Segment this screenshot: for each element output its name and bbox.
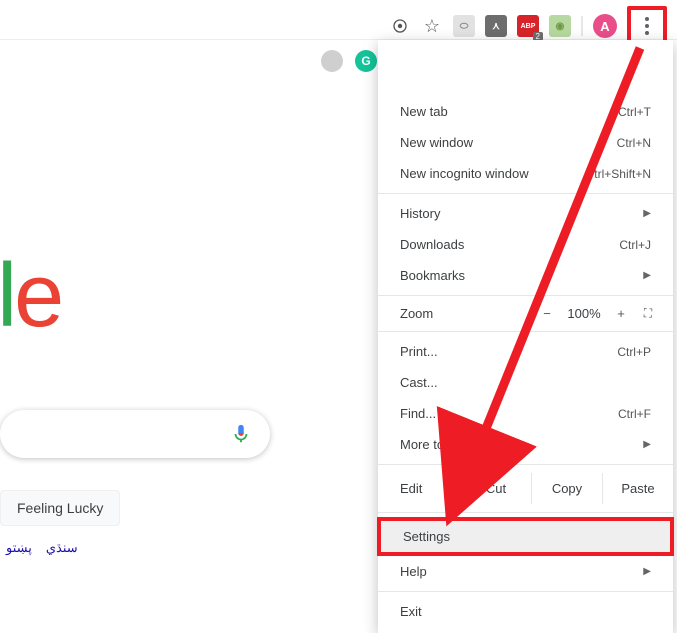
menu-label: New tab [400,104,448,119]
menu-separator [378,591,673,592]
toolbar-divider [581,16,583,36]
chevron-right-icon: ▶ [643,270,651,281]
menu-shortcut: Ctrl+N [617,136,651,150]
menu-label: Cast... [400,375,438,390]
menu-help[interactable]: Help ▶ [378,556,673,587]
language-link[interactable]: سنڌي [46,540,78,556]
highlight-settings: Settings [377,517,674,556]
extension-row: G [321,50,377,72]
chevron-right-icon: ▶ [643,439,651,450]
grammarly-icon[interactable]: G [355,50,377,72]
menu-label: Settings [403,529,450,544]
menu-label: Bookmarks [400,268,465,283]
menu-separator [378,331,673,332]
menu-label: More tools [400,437,461,452]
menu-more-tools[interactable]: More tools ▶ [378,429,673,460]
menu-new-window[interactable]: New window Ctrl+N [378,127,673,158]
menu-shortcut: trl+Shift+N [594,167,651,181]
extension-android-icon[interactable]: ◉ [549,15,571,37]
menu-shortcut: Ctrl+F [618,407,651,421]
menu-print[interactable]: Print... Ctrl+P [378,336,673,367]
menu-history[interactable]: History ▶ [378,198,673,229]
menu-label: New window [400,135,473,150]
edit-label: Edit [400,481,460,496]
menu-shortcut: Ctrl+J [619,238,651,252]
menu-downloads[interactable]: Downloads Ctrl+J [378,229,673,260]
zoom-out-button[interactable]: − [533,306,561,321]
edit-paste-button[interactable]: Paste [602,473,673,504]
extension-adblock[interactable]: ABP 2 [517,15,539,37]
chrome-menu-button[interactable] [633,12,661,40]
menu-label: History [400,206,440,221]
browser-toolbar: ☆ ⬭ ⋏ ABP 2 ◉ A [0,0,677,40]
menu-exit[interactable]: Exit [378,596,673,627]
menu-find[interactable]: Find... Ctrl+F [378,398,673,429]
menu-label: Downloads [400,237,464,252]
zoom-value: 100% [561,306,607,321]
language-links: پښتو سنڌي [6,540,78,556]
menu-separator [378,295,673,296]
fullscreen-icon[interactable]: ⛶ [635,306,661,321]
menu-separator [378,512,673,513]
globe-icon[interactable] [321,50,343,72]
menu-zoom: Zoom − 100% + ⛶ [378,300,673,327]
language-link[interactable]: پښتو [6,540,32,556]
microphone-icon[interactable] [230,423,252,445]
menu-label: Help [400,564,427,579]
menu-label: Print... [400,344,438,359]
menu-shortcut: Ctrl+P [617,345,651,359]
menu-label: New incognito window [400,166,529,181]
menu-shortcut: Ctrl+T [618,105,651,119]
chevron-right-icon: ▶ [643,566,651,577]
menu-cast[interactable]: Cast... [378,367,673,398]
edit-copy-button[interactable]: Copy [531,473,602,504]
zoom-label: Zoom [400,306,533,321]
zoom-in-button[interactable]: + [607,306,635,321]
menu-new-incognito[interactable]: New incognito window trl+Shift+N [378,158,673,189]
edit-cut-button[interactable]: Cut [460,473,531,504]
google-logo: gle [0,245,61,348]
menu-settings[interactable]: Settings [381,521,670,552]
extension-pdf-icon[interactable]: ⋏ [485,15,507,37]
bookmark-star-icon[interactable]: ☆ [421,15,443,37]
menu-label: Exit [400,604,422,619]
menu-new-tab[interactable]: New tab Ctrl+T [378,96,673,127]
chevron-right-icon: ▶ [643,208,651,219]
feeling-lucky-button[interactable]: Feeling Lucky [0,490,120,526]
extension-intel-icon[interactable]: ⬭ [453,15,475,37]
menu-separator [378,464,673,465]
menu-edit-row: Edit Cut Copy Paste [378,469,673,508]
menu-label: Find... [400,406,436,421]
chrome-menu: New tab Ctrl+T New window Ctrl+N New inc… [378,40,673,633]
profile-avatar[interactable]: A [593,14,617,38]
target-icon[interactable] [389,15,411,37]
search-box[interactable] [0,410,270,458]
menu-separator [378,193,673,194]
menu-bookmarks[interactable]: Bookmarks ▶ [378,260,673,291]
